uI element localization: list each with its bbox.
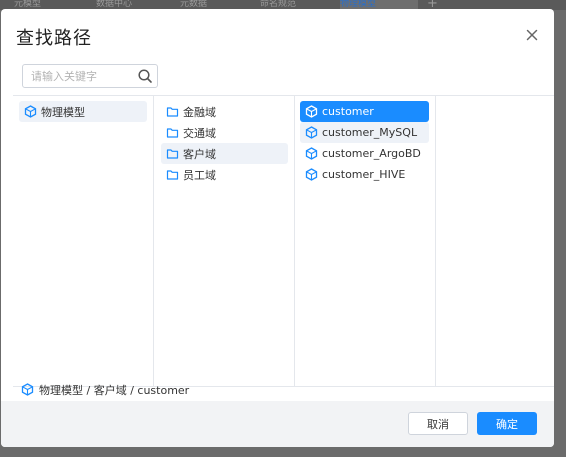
list-item-traffic-domain[interactable]: 交通域 bbox=[161, 122, 288, 143]
list-item-label: customer_MySQL bbox=[322, 126, 418, 139]
model-icon bbox=[24, 105, 37, 118]
list-item-label: 物理模型 bbox=[41, 105, 85, 119]
selected-path-text: 物理模型 / 客户域 / customer bbox=[39, 383, 190, 397]
list-item-physical-model[interactable]: 物理模型 bbox=[19, 101, 147, 122]
model-icon bbox=[305, 168, 318, 181]
list-item-customer-domain[interactable]: 客户域 bbox=[161, 143, 288, 164]
column-models: customer customer_MySQL customer_ArgoBD … bbox=[295, 96, 436, 387]
confirm-button[interactable]: 确定 bbox=[477, 412, 537, 435]
list-item-customer-mysql[interactable]: customer_MySQL bbox=[300, 122, 429, 143]
folder-icon bbox=[166, 147, 179, 160]
column-root: 物理模型 bbox=[13, 96, 154, 387]
list-item-employee-domain[interactable]: 员工域 bbox=[161, 164, 288, 185]
breadcrumb: 物理模型 / 客户域 / customer bbox=[13, 378, 554, 401]
model-icon bbox=[305, 126, 318, 139]
path-columns: 物理模型 金融域 交通域 客户域 员工域 customer customer_M… bbox=[13, 95, 554, 387]
model-icon bbox=[305, 147, 318, 160]
search-input[interactable] bbox=[23, 65, 133, 87]
search-icon[interactable] bbox=[137, 68, 153, 84]
list-item-label: 客户域 bbox=[183, 147, 216, 161]
folder-icon bbox=[166, 168, 179, 181]
list-item-label: 金融域 bbox=[183, 105, 216, 119]
cancel-button[interactable]: 取消 bbox=[408, 412, 468, 435]
list-item-finance-domain[interactable]: 金融域 bbox=[161, 101, 288, 122]
folder-icon bbox=[166, 126, 179, 139]
dialog-footer: 取消 确定 bbox=[1, 401, 554, 447]
list-item-label: 交通域 bbox=[183, 126, 216, 140]
model-icon bbox=[21, 383, 34, 396]
list-item-label: customer_ArgoBD bbox=[322, 147, 421, 160]
list-item-customer[interactable]: customer bbox=[300, 101, 429, 122]
dialog-header: 查找路径 bbox=[1, 9, 554, 61]
column-domains: 金融域 交通域 客户域 员工域 bbox=[154, 96, 295, 387]
column-empty bbox=[436, 96, 554, 387]
folder-icon bbox=[166, 105, 179, 118]
list-item-customer-argobd[interactable]: customer_ArgoBD bbox=[300, 143, 429, 164]
list-item-label: customer_HIVE bbox=[322, 168, 406, 181]
list-item-customer-hive[interactable]: customer_HIVE bbox=[300, 164, 429, 185]
list-item-label: customer bbox=[322, 105, 374, 118]
find-path-dialog: 查找路径 物理模型 bbox=[1, 9, 554, 447]
search-box bbox=[22, 64, 158, 88]
model-icon bbox=[305, 105, 318, 118]
dialog-title: 查找路径 bbox=[16, 28, 92, 49]
list-item-label: 员工域 bbox=[183, 168, 216, 182]
close-icon[interactable] bbox=[524, 27, 540, 43]
